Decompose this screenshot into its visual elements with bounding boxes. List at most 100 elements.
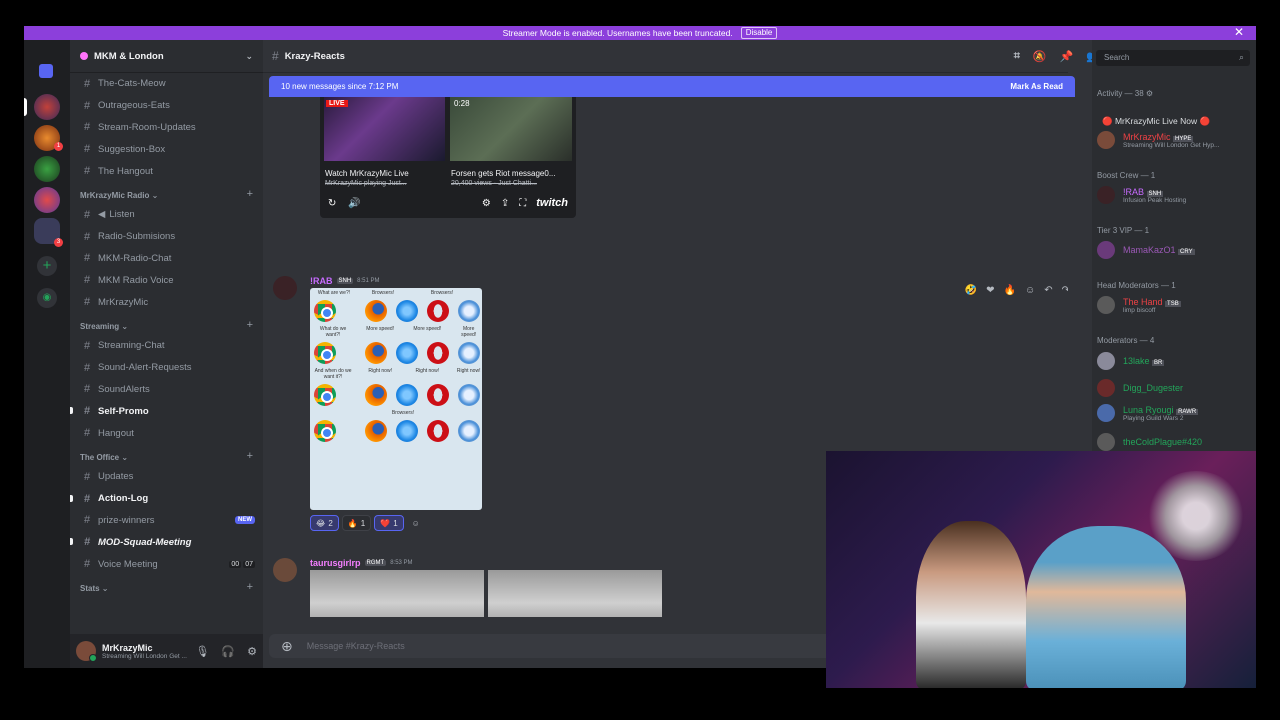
member-mrkrazymic[interactable]: MrKrazyMic HYPE Streaming Will London Get… <box>1097 131 1219 149</box>
channel-sound-alert-requests[interactable]: # Sound-Alert-Requests <box>70 357 263 379</box>
disable-streamer-mode-button[interactable]: Disable <box>740 27 778 39</box>
fullscreen-icon[interactable]: ⛶ <box>519 198 526 209</box>
channel-list: # The-Cats-Meow # Outrageous-Eats # Stream-… <box>70 73 263 615</box>
avatar[interactable] <box>273 276 297 300</box>
channel-hangout[interactable]: # Hangout <box>70 422 263 444</box>
channel-the-cats-meow[interactable]: # The-Cats-Meow <box>70 73 263 95</box>
reaction-fire-icon[interactable]: 🔥 <box>1004 285 1016 296</box>
streamer-person-left <box>916 521 1026 688</box>
photo-attachment[interactable] <box>488 570 662 617</box>
search-input[interactable]: Search ⌕ <box>1096 50 1250 66</box>
user-avatar[interactable] <box>76 641 97 662</box>
category-stats[interactable]: Stats ⌄ + <box>70 575 263 597</box>
add-reaction-icon[interactable]: ☺ <box>1025 285 1035 296</box>
reaction-heart[interactable]: ❤️ 1 <box>374 515 404 531</box>
share-icon[interactable]: ⇪ <box>501 198 509 209</box>
channel-the-hangout[interactable]: # The Hangout <box>70 160 263 182</box>
settings-icon[interactable]: ⚙ <box>482 198 491 209</box>
meme-label: Browsers! <box>391 410 415 416</box>
safari-icon <box>458 300 480 322</box>
reaction-heart-icon[interactable]: ❤ <box>986 285 994 296</box>
channel-voice-meeting[interactable]: # Voice Meeting 00 07 <box>70 553 263 575</box>
channel-outrageous-eats[interactable]: # Outrageous-Eats <box>70 95 263 117</box>
channel-listen[interactable]: # ◀ Listen <box>70 204 263 226</box>
add-channel-icon[interactable]: + <box>247 581 253 593</box>
category-streaming[interactable]: Streaming ⌄ + <box>70 313 263 335</box>
member-avatar <box>1097 404 1115 422</box>
category-radio[interactable]: MrKrazyMic Radio ⌄ + <box>70 182 263 204</box>
meme-label <box>314 410 354 416</box>
close-banner-icon[interactable]: ✕ <box>1234 26 1244 39</box>
new-messages-bar[interactable]: 10 new messages since 7:12 PM Mark As Re… <box>269 76 1075 97</box>
channel-mkm-radio-voice[interactable]: # MKM Radio Voice <box>70 269 263 291</box>
add-server-icon[interactable]: + <box>37 256 57 276</box>
activity-header: Activity — 38 ⚙ <box>1097 89 1154 98</box>
reaction-laugh[interactable]: 😂 2 <box>310 515 339 531</box>
message-author[interactable]: !RAB <box>310 276 333 286</box>
channel-action-log[interactable]: # Action-Log <box>70 488 263 510</box>
hash-icon: # <box>84 252 91 265</box>
server-icon-3[interactable] <box>34 156 60 182</box>
pin-icon[interactable]: 📌 <box>1060 50 1074 63</box>
notification-bell-icon[interactable]: 🔕 <box>1033 50 1047 63</box>
channel-mrkrazymic[interactable]: # MrKrazyMic <box>70 291 263 313</box>
category-the-office[interactable]: The Office ⌄ + <box>70 444 263 466</box>
role-tag: SNH <box>336 278 354 284</box>
member-the-hand[interactable]: The Hand TSB limp biscoff <box>1097 296 1181 314</box>
channel-suggestion-box[interactable]: # Suggestion-Box <box>70 138 263 160</box>
avatar[interactable] <box>273 558 297 582</box>
channel-soundalerts[interactable]: # SoundAlerts <box>70 379 263 401</box>
channel-streaming-chat[interactable]: # Streaming-Chat <box>70 335 263 357</box>
add-reaction-icon[interactable]: ☺ <box>407 515 425 531</box>
member-name-text: !RAB <box>1123 186 1145 197</box>
browser-meme-image[interactable]: What are we?! Browsers! Browsers! What d… <box>310 288 482 510</box>
member-mamakazo1[interactable]: MamaKazO1 CRY <box>1097 241 1195 259</box>
channel-radio-submisions[interactable]: # Radio-Submisions <box>70 226 263 248</box>
server-boost-icon <box>80 52 88 60</box>
channel-stream-room-updates[interactable]: # Stream-Room-Updates <box>70 117 263 139</box>
member-avatar <box>1097 241 1115 259</box>
add-channel-icon[interactable]: + <box>247 450 253 462</box>
forward-icon[interactable]: ↷ <box>1062 285 1068 296</box>
gear-icon[interactable]: ⚙ <box>247 645 257 658</box>
channel-updates[interactable]: # Updates <box>70 466 263 488</box>
member-thecoldplague[interactable]: theColdPlague#420 <box>1097 433 1202 451</box>
channel-mod-squad-meeting[interactable]: # MOD-Squad-Meeting <box>70 531 263 553</box>
server-icon-mkm[interactable] <box>34 94 60 120</box>
add-channel-icon[interactable]: + <box>247 319 253 331</box>
internet-explorer-icon <box>396 384 418 406</box>
selected-server-pill <box>24 98 27 116</box>
dm-folder-icon[interactable] <box>39 64 53 78</box>
channel-prize-winners[interactable]: # prize-winners NEW <box>70 510 263 532</box>
member-rab[interactable]: !RAB SNH Infusion Peak Hosting <box>1097 186 1186 204</box>
member-luna-ryougi[interactable]: Luna Ryougi RAWR Playing Guild Wars 2 <box>1097 404 1199 422</box>
reaction-laugh-icon[interactable]: 🤣 <box>965 285 977 296</box>
add-channel-icon[interactable]: + <box>247 188 253 200</box>
microphone-icon[interactable]: 🎙 <box>195 645 209 658</box>
channel-mkm-radio-chat[interactable]: # MKM-Radio-Chat <box>70 248 263 270</box>
photo-attachment[interactable] <box>310 570 484 617</box>
headphones-icon[interactable]: 🎧 <box>221 645 235 658</box>
explore-servers-icon[interactable]: ◉ <box>37 288 57 308</box>
server-header[interactable]: MKM & London ⌄ <box>70 40 263 73</box>
message-author[interactable]: taurusgirlrp <box>310 558 361 568</box>
chrome-icon <box>314 420 336 442</box>
server-icon-4[interactable] <box>34 187 60 213</box>
chrome-icon <box>314 342 336 364</box>
channel-self-promo[interactable]: # Self-Promo <box>70 400 263 422</box>
volume-icon[interactable]: 🔊 <box>348 198 360 209</box>
channel-label: Suggestion-Box <box>98 143 166 155</box>
member-digg-dugester[interactable]: Digg_Dugester <box>1097 379 1183 397</box>
attach-plus-icon[interactable]: ⊕ <box>281 638 293 655</box>
twitch-logo[interactable]: twitch <box>536 197 568 209</box>
twitch-embed[interactable]: LIVE 0:28 Watch MrKrazyMic Live MrKrazyM… <box>320 97 576 218</box>
channel-label: MKM-Radio-Chat <box>98 252 172 264</box>
member-13lake[interactable]: 13lake BR <box>1097 352 1165 370</box>
replay-icon[interactable]: ↻ <box>328 198 336 209</box>
member-tag: SNH <box>1146 190 1164 197</box>
mark-as-read-button[interactable]: Mark As Read <box>1010 82 1063 91</box>
reply-icon[interactable]: ↶ <box>1044 285 1052 296</box>
reaction-fire[interactable]: 🔥 1 <box>341 515 372 531</box>
threads-icon[interactable]: ⌗ <box>1014 50 1020 63</box>
hash-icon: # <box>84 383 91 396</box>
